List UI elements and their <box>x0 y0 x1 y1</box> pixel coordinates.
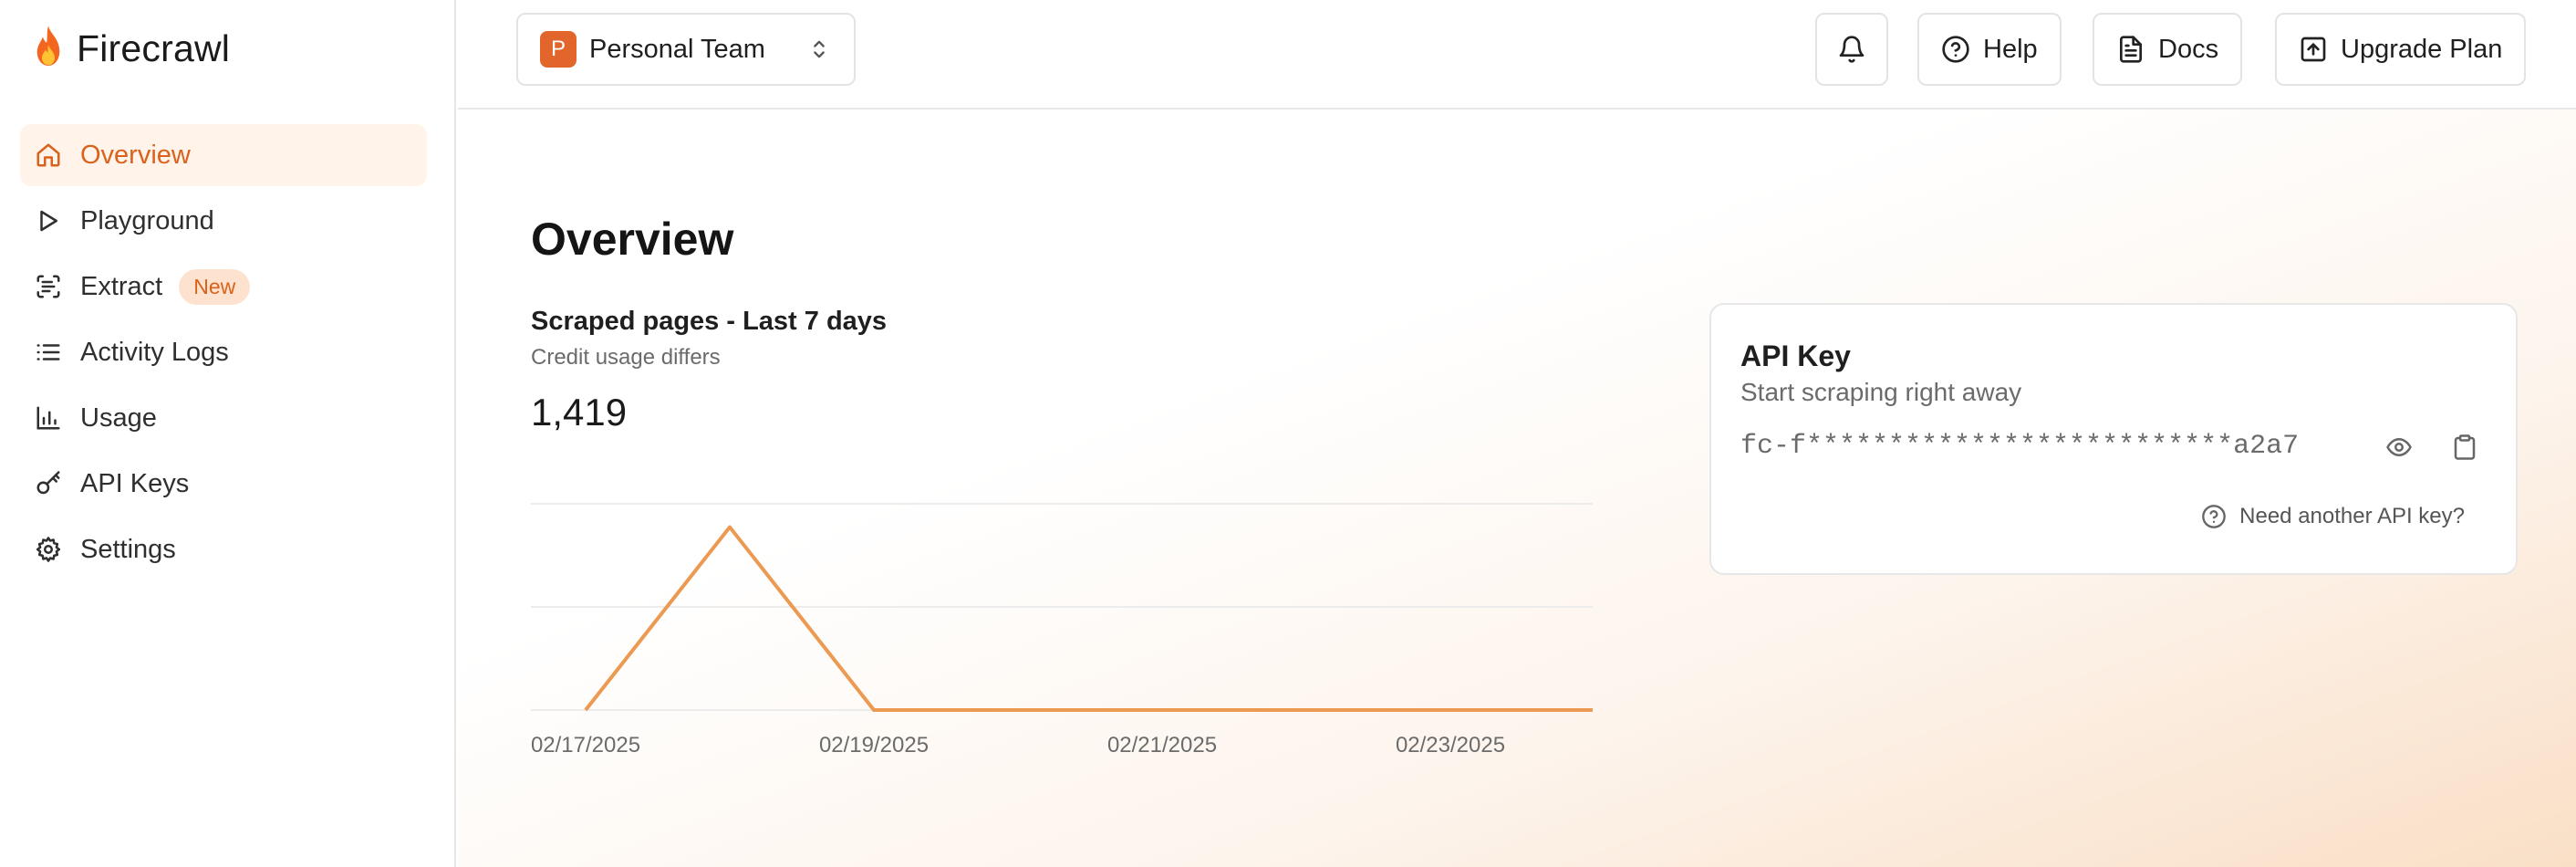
need-another-key-label: Need another API key? <box>2239 504 2465 528</box>
flame-icon <box>29 24 68 74</box>
help-label: Help <box>1983 34 2038 64</box>
need-another-key-link[interactable]: Need another API key? <box>2201 504 2465 529</box>
bar-chart-icon <box>36 406 60 430</box>
docs-label: Docs <box>2158 34 2219 64</box>
series-line-0 <box>584 525 1593 712</box>
home-icon <box>36 143 60 167</box>
topbar: P Personal Team Help Docs Upgrade Plan <box>458 0 2576 110</box>
notifications-button[interactable] <box>1815 13 1888 86</box>
docs-button[interactable]: Docs <box>2093 13 2243 86</box>
sidebar-item-extract[interactable]: Extract New <box>20 256 427 318</box>
chart-total: 1,419 <box>531 391 628 434</box>
sidebar-item-settings[interactable]: Settings <box>20 518 427 580</box>
scan-text-icon <box>36 275 60 298</box>
sidebar-item-label: Playground <box>80 205 214 235</box>
main-content: P Personal Team Help Docs Upgrade Plan O… <box>458 0 2576 867</box>
x-tick-label: 02/17/2025 <box>531 733 640 757</box>
eye-icon <box>2386 438 2412 456</box>
bell-icon <box>1839 36 1864 63</box>
api-key-title: API Key <box>1740 339 1851 372</box>
play-icon <box>40 210 57 232</box>
api-key-subtitle: Start scraping right away <box>1740 378 2022 406</box>
upgrade-label: Upgrade Plan <box>2341 34 2503 64</box>
chevrons-up-down-icon <box>814 40 825 58</box>
page-title: Overview <box>531 214 734 265</box>
sidebar-item-activity-logs[interactable]: Activity Logs <box>20 321 427 383</box>
list-icon <box>36 344 60 360</box>
chart-title: Scraped pages - Last 7 days <box>531 307 888 336</box>
chart-subtitle: Credit usage differs <box>531 345 721 370</box>
sidebar-item-overview[interactable]: Overview <box>20 124 427 186</box>
sidebar-item-label: Overview <box>80 140 191 170</box>
brand[interactable]: Firecrawl <box>29 24 230 74</box>
sidebar-item-label: API Keys <box>80 468 190 498</box>
sidebar-item-playground[interactable]: Playground <box>20 190 427 252</box>
sidebar-item-label: Usage <box>80 402 157 433</box>
scraped-pages-chart: 02/17/2025 02/19/2025 02/21/2025 02/23/2025 <box>531 503 1593 757</box>
x-tick-label: 02/21/2025 <box>1107 733 1217 757</box>
sidebar-nav: Overview Playground Extract New Activity… <box>20 124 427 584</box>
x-tick-label: 02/23/2025 <box>1396 733 1505 757</box>
sidebar-item-usage[interactable]: Usage <box>20 387 427 449</box>
brand-name: Firecrawl <box>77 27 231 69</box>
show-key-button[interactable] <box>2383 431 2415 464</box>
new-badge: New <box>179 268 251 305</box>
gear-icon <box>36 537 61 562</box>
api-key-card: API Key Start scraping right away fc-f**… <box>1709 303 2518 575</box>
team-switcher[interactable]: P Personal Team <box>516 13 856 86</box>
team-name: Personal Team <box>589 34 765 64</box>
team-avatar: P <box>540 31 576 68</box>
help-button[interactable]: Help <box>1917 13 2062 86</box>
file-text-icon <box>2120 36 2142 63</box>
key-icon <box>36 471 60 495</box>
sidebar-item-api-keys[interactable]: API Keys <box>20 453 427 515</box>
upgrade-plan-button[interactable]: Upgrade Plan <box>2275 13 2527 86</box>
x-tick-label: 02/19/2025 <box>819 733 929 757</box>
sidebar-item-label: Activity Logs <box>80 337 229 367</box>
upgrade-icon <box>2301 37 2326 62</box>
help-circle-icon <box>2202 505 2226 528</box>
sidebar-item-label: Settings <box>80 534 176 564</box>
api-key-value[interactable]: fc-f**************************a2a7 <box>1740 431 2299 462</box>
sidebar: Firecrawl Overview Playground Extract Ne… <box>0 0 456 867</box>
help-circle-icon <box>1942 36 1969 63</box>
sidebar-item-label: Extract <box>80 271 163 301</box>
copy-key-button[interactable] <box>2448 431 2481 464</box>
clipboard-icon <box>2454 434 2476 460</box>
